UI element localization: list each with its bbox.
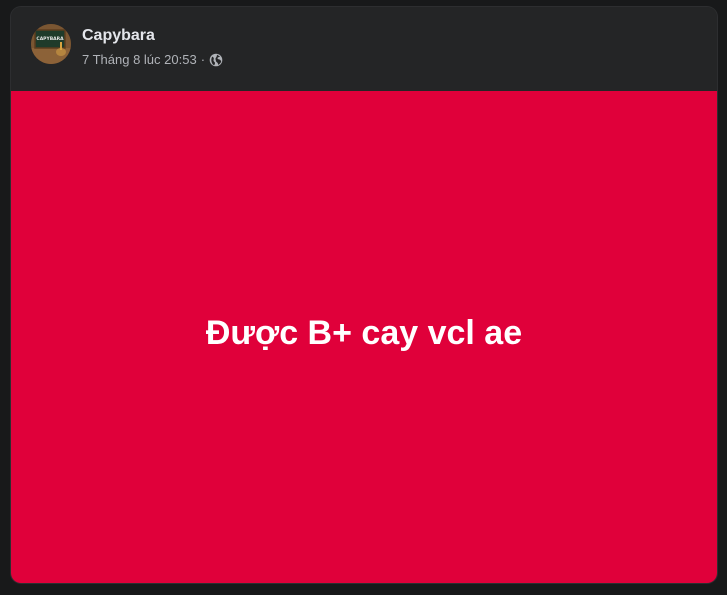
avatar[interactable]: CAPYBARA xyxy=(31,24,71,64)
meta-separator: · xyxy=(200,52,206,67)
post-text: Được B+ cay vcl ae xyxy=(205,314,523,352)
post-meta: 7 Tháng 8 lúc 20:53 · xyxy=(82,51,223,69)
author-name[interactable]: Capybara xyxy=(82,26,155,46)
post-background: Được B+ cay vcl ae xyxy=(11,91,717,583)
globe-icon[interactable] xyxy=(209,53,223,67)
avatar-board-text: CAPYBARA xyxy=(36,36,64,42)
post-timestamp[interactable]: 7 Tháng 8 lúc 20:53 xyxy=(82,51,197,69)
capybara-avatar-icon: CAPYBARA xyxy=(31,24,71,64)
post-header: CAPYBARA Capybara 7 Tháng 8 lúc 20:53 · xyxy=(11,7,717,91)
post-card: CAPYBARA Capybara 7 Tháng 8 lúc 20:53 · … xyxy=(11,7,717,583)
